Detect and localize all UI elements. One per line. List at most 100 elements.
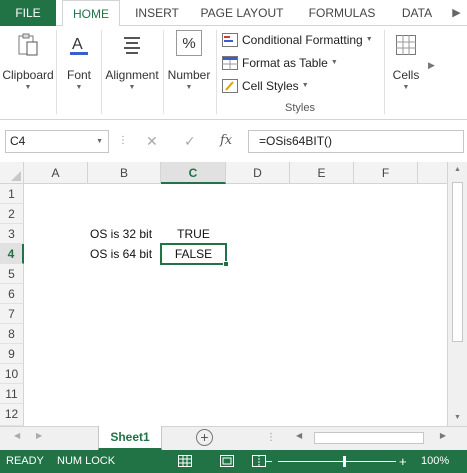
alignment-label: Alignment: [105, 68, 159, 82]
normal-view-icon[interactable]: [178, 455, 192, 467]
zoom-in-button[interactable]: +: [399, 450, 407, 473]
font-button[interactable]: A Font ▼: [58, 30, 100, 102]
column-header[interactable]: F: [354, 162, 418, 184]
cell-styles-icon: [222, 79, 238, 93]
ribbon-divider: [384, 30, 385, 114]
scroll-down-icon[interactable]: ▼: [448, 410, 467, 426]
format-as-table-label: Format as Table: [242, 56, 328, 70]
row-header[interactable]: 12: [0, 404, 24, 426]
tab-home[interactable]: HOME: [62, 0, 120, 27]
status-bar: READY NUM LOCK − + 100%: [0, 450, 467, 473]
column-header[interactable]: D: [226, 162, 290, 184]
alignment-icon: [116, 30, 148, 60]
fill-handle[interactable]: [223, 261, 229, 267]
vertical-scroll-thumb[interactable]: [452, 182, 463, 342]
cancel-formula-button[interactable]: ✕: [146, 133, 158, 150]
cell-styles-label: Cell Styles: [242, 79, 299, 93]
worksheet-grid[interactable]: A B C D E F 1 2 3 4 5 6 7 8 9 10 11 12 O…: [0, 162, 447, 426]
insert-function-button[interactable]: fx: [220, 133, 232, 148]
tab-data[interactable]: DATA: [392, 0, 442, 26]
page-layout-view-icon[interactable]: [220, 455, 234, 467]
scroll-up-icon[interactable]: ▲: [448, 162, 467, 178]
row-header[interactable]: 6: [0, 284, 24, 304]
tab-page-layout[interactable]: PAGE LAYOUT: [192, 0, 292, 26]
select-all-button[interactable]: [0, 162, 24, 184]
enter-formula-button[interactable]: ✓: [184, 133, 196, 150]
ribbon-divider: [216, 30, 217, 114]
tab-insert[interactable]: INSERT: [128, 0, 186, 26]
horizontal-scrollbar[interactable]: ◀ ▶: [296, 431, 446, 445]
sheet-tab-active[interactable]: Sheet1: [98, 426, 162, 450]
previous-sheet-icon[interactable]: ◀: [14, 431, 20, 440]
number-button[interactable]: % Number ▼: [164, 30, 214, 102]
conditional-formatting-button[interactable]: Conditional Formatting ▼: [222, 30, 373, 50]
row-header[interactable]: 5: [0, 264, 24, 284]
add-sheet-button[interactable]: +: [196, 429, 213, 446]
formula-input[interactable]: =OSis64BIT(): [248, 130, 464, 153]
tabs-scroll-right-icon[interactable]: ▶: [446, 0, 467, 26]
chevron-down-icon: ▼: [365, 36, 373, 43]
next-sheet-icon[interactable]: ▶: [36, 431, 42, 440]
row-header[interactable]: 10: [0, 364, 24, 384]
row-header-selected[interactable]: 4: [0, 244, 24, 264]
row-header[interactable]: 1: [0, 184, 24, 204]
tab-split-grip-icon[interactable]: ⋮: [266, 432, 276, 443]
format-as-table-button[interactable]: Format as Table ▼: [222, 53, 338, 73]
chevron-down-icon: ▼: [24, 84, 32, 91]
column-header[interactable]: E: [290, 162, 354, 184]
row-header[interactable]: 9: [0, 344, 24, 364]
number-label: Number: [167, 68, 211, 82]
column-header[interactable]: A: [24, 162, 88, 184]
chevron-down-icon: ▼: [75, 84, 83, 91]
chevron-down-icon: ▼: [402, 84, 410, 91]
page-break-view-icon[interactable]: [252, 455, 266, 467]
tab-formulas[interactable]: FORMULAS: [300, 0, 384, 26]
column-header-partial[interactable]: [418, 162, 447, 184]
scroll-right-icon[interactable]: ▶: [440, 431, 446, 440]
formula-bar-grip-icon[interactable]: ⋮: [118, 135, 129, 146]
chevron-down-icon[interactable]: ▼: [96, 131, 103, 152]
conditional-formatting-icon: [222, 33, 238, 47]
name-box[interactable]: C4 ▼: [5, 130, 109, 153]
tab-file[interactable]: FILE: [0, 0, 56, 26]
row-header[interactable]: 3: [0, 224, 24, 244]
cells-label: Cells: [392, 68, 420, 82]
clipboard-button[interactable]: Clipboard ▼: [0, 30, 56, 102]
cell-c3[interactable]: TRUE: [161, 224, 226, 244]
active-cell-border[interactable]: [160, 243, 229, 267]
zoom-out-button[interactable]: −: [265, 450, 273, 473]
cell-styles-button[interactable]: Cell Styles ▼: [222, 76, 309, 96]
chevron-down-icon: ▼: [128, 84, 136, 91]
clipboard-label: Clipboard: [2, 68, 54, 82]
row-header[interactable]: 2: [0, 204, 24, 224]
column-header[interactable]: B: [88, 162, 161, 184]
horizontal-scroll-thumb[interactable]: [314, 432, 424, 444]
zoom-level[interactable]: 100%: [421, 450, 449, 473]
chevron-down-icon: ▼: [185, 84, 193, 91]
row-header[interactable]: 8: [0, 324, 24, 344]
sheet-tab-bar: ◀ ▶ Sheet1 + ⋮ ◀ ▶: [0, 426, 467, 450]
formula-bar: C4 ▼ ⋮ ✕ ✓ fx =OSis64BIT(): [0, 120, 467, 162]
ribbon-scroll-right-icon[interactable]: ▶: [428, 60, 435, 71]
column-header-selected[interactable]: C: [161, 162, 226, 184]
conditional-formatting-label: Conditional Formatting: [242, 33, 363, 47]
zoom-slider-track[interactable]: [278, 461, 396, 462]
row-header[interactable]: 7: [0, 304, 24, 324]
alignment-button[interactable]: Alignment ▼: [102, 30, 162, 102]
styles-group-label: Styles: [285, 102, 315, 114]
font-icon: A: [63, 30, 95, 60]
ribbon-divider: [56, 30, 57, 114]
row-header[interactable]: 11: [0, 384, 24, 404]
format-as-table-icon: [222, 56, 238, 70]
zoom-slider-thumb[interactable]: [343, 456, 346, 467]
cell-b4[interactable]: OS is 64 bit: [90, 244, 162, 264]
cells-button[interactable]: Cells ▼: [386, 30, 426, 102]
cells-icon: [390, 30, 422, 60]
ribbon-tab-bar: FILE HOME INSERT PAGE LAYOUT FORMULAS DA…: [0, 0, 467, 27]
cell-b3[interactable]: OS is 32 bit: [90, 224, 162, 244]
name-box-value: C4: [10, 134, 26, 148]
status-num-lock: NUM LOCK: [57, 455, 116, 467]
vertical-scrollbar[interactable]: ▲ ▼: [447, 162, 467, 426]
scroll-left-icon[interactable]: ◀: [296, 431, 302, 440]
status-ready: READY: [6, 455, 44, 467]
